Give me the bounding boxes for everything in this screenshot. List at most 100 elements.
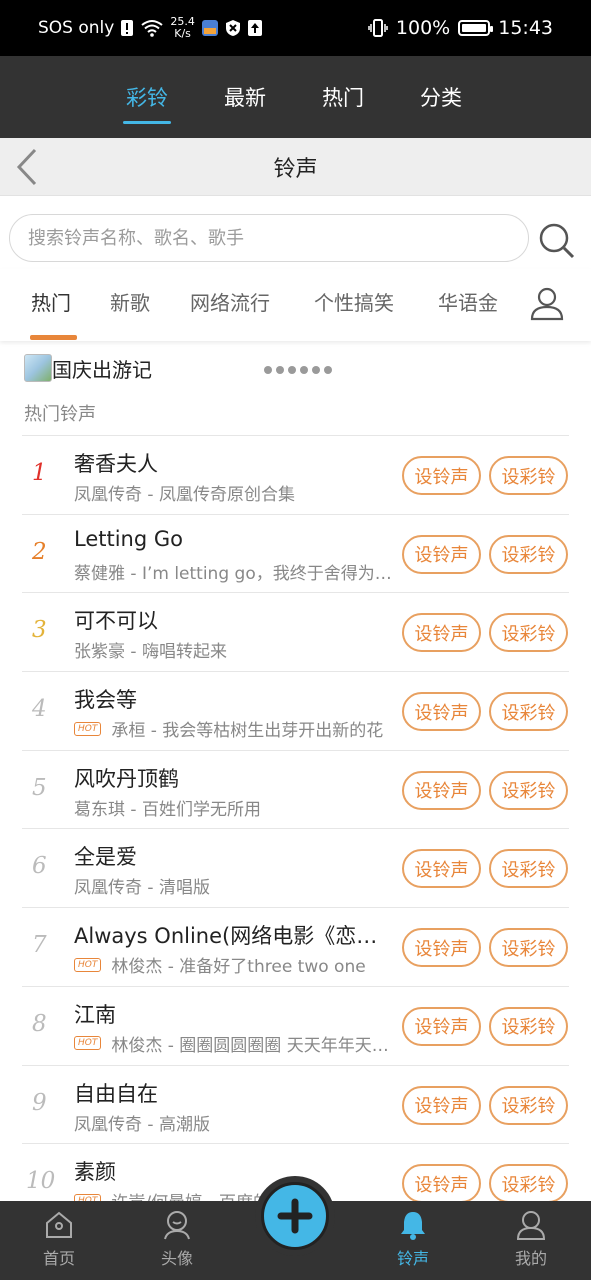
- category-tab-internet[interactable]: 网络流行: [190, 287, 270, 316]
- shield-icon: [225, 19, 241, 37]
- song-rank: 3: [32, 617, 47, 644]
- category-tab-chinese[interactable]: 华语金: [438, 287, 498, 316]
- song-rank: 6: [32, 853, 47, 880]
- tab-label: 分类: [420, 86, 462, 110]
- song-subtitle-text: 蔡健雅 - I’m letting go，我终于舍得为你放开手，因为爱你爱到我心: [74, 563, 394, 584]
- set-color-ring-button[interactable]: 设彩铃: [489, 613, 568, 653]
- banner[interactable]: 国庆出游记: [24, 350, 152, 386]
- set-color-ring-button[interactable]: 设彩铃: [489, 1006, 568, 1046]
- set-ringtone-button[interactable]: 设铃声: [402, 928, 481, 968]
- carousel-dots: [264, 366, 332, 374]
- carousel-dot: [264, 366, 272, 374]
- set-color-ring-button[interactable]: 设彩铃: [489, 770, 568, 810]
- page-title: 铃声: [273, 156, 318, 182]
- user-button[interactable]: [528, 285, 566, 323]
- tab-caireling[interactable]: 彩铃: [98, 68, 196, 126]
- wifi-icon: [140, 19, 164, 37]
- song-row[interactable]: 1 奢香夫人凤凰传奇 - 凤凰传奇原创合集 设铃声 设彩铃: [22, 435, 569, 514]
- network-speed: 25.4 K/s: [170, 16, 195, 40]
- user-icon: [530, 287, 564, 321]
- song-row[interactable]: 9 自由自在 凤凰传奇 - 高潮版 设铃声 设彩铃: [22, 1064, 569, 1144]
- nav-home[interactable]: 首页: [19, 1209, 99, 1269]
- set-ringtone-button[interactable]: 设铃声: [402, 770, 481, 810]
- set-ringtone-button[interactable]: 设铃声: [402, 849, 481, 889]
- set-color-ring-button[interactable]: 设彩铃: [489, 849, 568, 889]
- song-row[interactable]: 8 江南 HOT 林俊杰 - 圈圈圆圆圈圈 天天年年天天的我 设铃声 设彩铃: [22, 985, 569, 1065]
- song-title: 奢香夫人: [74, 452, 158, 476]
- nav-mine[interactable]: 我的: [491, 1209, 571, 1269]
- song-title: 自由自在: [74, 1081, 158, 1106]
- section-title: 热门铃声: [24, 404, 96, 425]
- set-color-ring-button[interactable]: 设彩铃: [489, 534, 568, 574]
- category-tab-funny[interactable]: 个性搞笑: [314, 287, 394, 316]
- plus-icon: [277, 1198, 313, 1234]
- song-title: 全是爱: [74, 845, 137, 870]
- carousel-dot: [276, 366, 284, 374]
- set-color-ring-button[interactable]: 设彩铃: [489, 692, 568, 732]
- song-row[interactable]: 3 可不可以张紫豪 - 嗨唱转起来 设铃声 设彩铃: [22, 592, 569, 671]
- set-ringtone-button[interactable]: 设铃声: [402, 692, 481, 732]
- alert-icon: [120, 19, 134, 37]
- song-subtitle: 凤凰传奇 - 凤凰传奇原创合集: [74, 480, 394, 505]
- set-ringtone-button[interactable]: 设铃声: [402, 613, 481, 653]
- song-subtitle: 张紫豪 - 嗨唱转起来: [74, 637, 394, 662]
- tab-popular[interactable]: 热门: [294, 68, 392, 126]
- add-button[interactable]: [255, 1176, 335, 1256]
- song-subtitle-text: 林俊杰 - 圈圈圆圆圈圈 天天年年天天的我: [111, 1035, 394, 1056]
- tab-latest[interactable]: 最新: [196, 68, 294, 126]
- set-ringtone-button[interactable]: 设铃声: [402, 1085, 481, 1125]
- song-rank: 1: [32, 460, 47, 486]
- top-nav: 彩铃 最新 热门 分类: [0, 56, 591, 138]
- set-color-ring-button[interactable]: 设彩铃: [489, 928, 568, 968]
- song-rank: 9: [32, 1089, 47, 1116]
- nav-ringtone[interactable]: 铃声: [373, 1209, 453, 1269]
- carousel-dot: [312, 366, 320, 374]
- song-subtitle: 葛东琪 - 百姓们学无所用: [74, 795, 394, 820]
- song-subtitle-text: 林俊杰 - 准备好了three two one: [111, 957, 366, 978]
- category-tab-hot[interactable]: 热门: [31, 287, 71, 316]
- song-rank: 4: [32, 696, 47, 723]
- set-color-ring-button[interactable]: 设彩铃: [489, 456, 568, 495]
- song-row[interactable]: 7 Always Online(网络电影《恋爱回旋》主题曲) HOT 林俊杰 - 准备…: [22, 907, 569, 986]
- set-ringtone-button[interactable]: 设铃声: [402, 456, 481, 495]
- search-button[interactable]: [537, 221, 577, 261]
- add-button-circle: [261, 1182, 329, 1250]
- nav-avatar-label: 头像: [160, 1249, 193, 1268]
- category-tab-new[interactable]: 新歌: [110, 287, 150, 316]
- back-button[interactable]: [10, 146, 42, 188]
- set-color-ring-button[interactable]: 设彩铃: [489, 1085, 568, 1125]
- song-title: 江南: [74, 1002, 116, 1027]
- set-ringtone-button[interactable]: 设铃声: [402, 1164, 481, 1204]
- song-subtitle: HOT 林俊杰 - 准备好了three two one: [74, 952, 394, 977]
- clock: 15:43: [498, 17, 553, 39]
- tab-fade: [498, 269, 522, 339]
- song-rank: 7: [32, 932, 47, 959]
- profile-icon: [516, 1211, 546, 1240]
- vibrate-icon: [368, 18, 388, 38]
- song-subtitle-text: 承桓 - 我会等枯树生出芽开出新的花: [111, 721, 384, 742]
- song-row[interactable]: 6 全是爱 凤凰传奇 - 清唱版 设铃声 设彩铃: [22, 828, 569, 907]
- status-left: SOS only 25.4 K/s: [38, 16, 263, 40]
- set-ringtone-button[interactable]: 设铃声: [402, 534, 481, 574]
- search-input[interactable]: [9, 214, 529, 262]
- song-row[interactable]: 4 我会等 HOT 承桓 - 我会等枯树生出芽开出新的花 设铃声 设彩铃: [22, 671, 569, 750]
- hot-badge: HOT: [74, 1036, 102, 1051]
- app-notification-icon: [201, 19, 219, 37]
- song-row[interactable]: 5 风吹丹顶鹤 葛东琪 - 百姓们学无所用 设铃声 设彩铃: [22, 749, 569, 829]
- nav-avatar[interactable]: 头像: [137, 1209, 217, 1269]
- battery-icon: [458, 20, 494, 36]
- upload-icon: [247, 19, 263, 37]
- set-color-ring-button[interactable]: 设彩铃: [489, 1164, 568, 1204]
- song-title: 风吹丹顶鹤: [74, 766, 179, 791]
- song-title: 素颜: [74, 1160, 116, 1185]
- song-row[interactable]: 2 Letting Go 蔡健雅 - I’m letting go，我终于舍得为你放…: [22, 513, 569, 593]
- song-title: 我会等: [74, 688, 137, 713]
- tab-label: 最新: [224, 86, 266, 110]
- set-ringtone-button[interactable]: 设铃声: [402, 1006, 481, 1046]
- banner-title: 国庆出游记: [52, 357, 152, 382]
- search-icon: [539, 223, 575, 259]
- tab-category[interactable]: 分类: [392, 68, 490, 126]
- banner-image: [24, 354, 52, 382]
- song-list: 1 奢香夫人 凤凰传奇 - 凤凰传奇原创合集 设铃声 设彩铃 2 Letting Go 蔡健雅…: [22, 435, 569, 1222]
- song-title: 可不可以: [74, 609, 158, 634]
